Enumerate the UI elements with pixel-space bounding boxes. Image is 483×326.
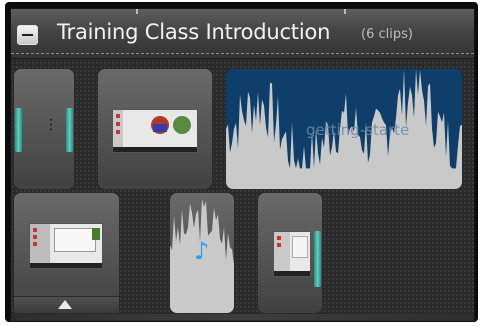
video-thumbnail <box>273 231 311 277</box>
clip-2[interactable] <box>97 68 213 190</box>
collapse-button[interactable] <box>17 25 38 45</box>
ruler-tick <box>344 9 346 14</box>
header-dashed-divider <box>11 53 474 54</box>
trim-handle-right[interactable] <box>314 231 321 287</box>
clip-3[interactable]: getting-starte <box>225 68 463 190</box>
video-thumbnail <box>29 223 103 269</box>
ruler-tick <box>136 9 138 14</box>
group-header: Training Class Introduction (6 clips) <box>11 9 474 59</box>
expand-button[interactable] <box>14 296 119 313</box>
clip-label: getting-starte <box>306 121 410 139</box>
trim-handle-left[interactable] <box>15 108 22 152</box>
trim-handle-right[interactable] <box>66 108 73 152</box>
music-note-icon: ♪ <box>194 237 210 265</box>
media-group-panel: Training Class Introduction (6 clips) ⋮ … <box>10 8 475 322</box>
triangle-up-icon <box>58 300 72 309</box>
group-title: Training Class Introduction <box>57 20 331 44</box>
filmstrip-dots-icon: ⋮ <box>44 117 58 133</box>
clip-1[interactable]: ⋮ <box>13 68 75 190</box>
clip-4[interactable] <box>13 192 120 314</box>
clip-5[interactable]: ♪ <box>169 192 235 314</box>
video-thumbnail <box>112 109 198 153</box>
clip-count: (6 clips) <box>361 27 413 42</box>
resize-handle[interactable] <box>11 314 474 320</box>
clip-6[interactable] <box>257 192 323 314</box>
